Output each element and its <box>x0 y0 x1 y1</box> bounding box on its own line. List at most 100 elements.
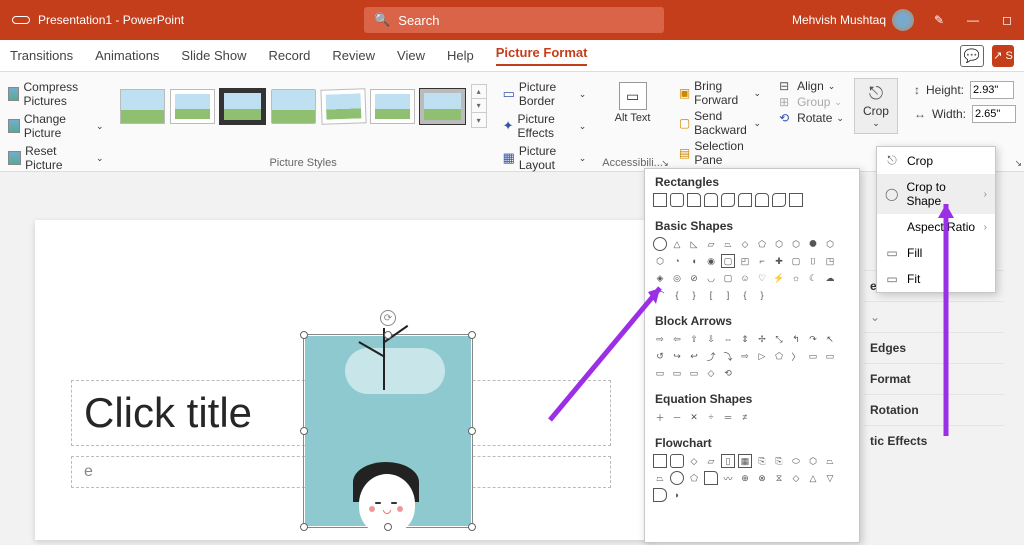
shape-bracket-l[interactable]: { <box>670 288 684 302</box>
shape-folded-corner[interactable]: ▢ <box>721 271 735 285</box>
fc-predefined[interactable]: ▯ <box>721 454 735 468</box>
format-row-3[interactable]: Edges <box>864 332 1004 363</box>
shape-round1-rect[interactable] <box>738 193 752 207</box>
shape-plaque[interactable]: ▢ <box>789 254 803 268</box>
fc-extract[interactable]: △ <box>806 471 820 485</box>
shape-trapezoid[interactable]: ⏢ <box>721 237 735 251</box>
shape-smiley[interactable]: ☺ <box>738 271 752 285</box>
resize-handle-tr[interactable] <box>468 331 476 339</box>
fc-offpage[interactable]: ⬠ <box>687 471 701 485</box>
shape-arrow-bentu[interactable]: ↺ <box>653 349 667 363</box>
fc-sort[interactable]: ◇ <box>789 471 803 485</box>
search-box[interactable]: 🔍 Search <box>364 7 664 33</box>
tab-help[interactable]: Help <box>447 48 474 63</box>
crop-menu-shape[interactable]: ◯Crop to Shape› <box>877 174 995 214</box>
fc-tape[interactable]: 〰 <box>721 471 735 485</box>
shape-pie[interactable]: ◔ <box>670 254 684 268</box>
compress-pictures-button[interactable]: Compress Pictures <box>8 78 104 110</box>
shape-plus[interactable]: ＋ <box>653 410 667 424</box>
fc-card[interactable] <box>704 471 718 485</box>
shape-chord[interactable]: ◖ <box>687 254 701 268</box>
window-button[interactable]: ◻ <box>990 13 1024 27</box>
fc-decision[interactable]: ◇ <box>687 454 701 468</box>
shape-rect2[interactable] <box>789 193 803 207</box>
chevron-down-icon[interactable]: ▾ <box>472 99 486 113</box>
shape-arrow-r[interactable]: ⇨ <box>653 332 667 346</box>
more-icon[interactable]: ▾ <box>472 113 486 127</box>
format-row-2[interactable]: ⌄ <box>864 301 1004 332</box>
shape-sun[interactable]: ☼ <box>789 271 803 285</box>
shape-arrow-bent[interactable]: ↰ <box>789 332 803 346</box>
fc-merge[interactable]: ▽ <box>823 471 837 485</box>
dialog-launcher-icon[interactable]: ↘ <box>1014 158 1022 169</box>
shape-block-arc[interactable]: ◡ <box>704 271 718 285</box>
crop-menu-fill[interactable]: ▭Fill <box>877 240 995 266</box>
shape-callout-quad[interactable]: ◇ <box>704 366 718 380</box>
style-gallery[interactable]: ▴ ▾ ▾ <box>120 78 487 128</box>
shape-round-diag[interactable] <box>772 193 786 207</box>
shape-equal[interactable]: ＝ <box>721 410 735 424</box>
picture-effects-button[interactable]: ✦Picture Effects ⌄ <box>503 110 587 142</box>
fc-stored[interactable] <box>653 488 667 502</box>
chevron-up-icon[interactable]: ▴ <box>472 85 486 99</box>
fc-alt-process[interactable] <box>670 454 684 468</box>
shape-octagon[interactable]: ⯃ <box>806 237 820 251</box>
shapes-flyout[interactable]: Rectangles Basic Shapes △ ◺ ▱ ⏢ ◇ ⬠ ⬡ ⬡ … <box>644 168 860 543</box>
shape-frame[interactable]: ▢ <box>721 254 735 268</box>
picture-layout-button[interactable]: ▦Picture Layout ⌄ <box>503 142 587 174</box>
shape-arrow-quad[interactable]: ✢ <box>755 332 769 346</box>
fc-internal[interactable]: ▦ <box>738 454 752 468</box>
tab-animations[interactable]: Animations <box>95 48 159 63</box>
shape-arrow-lu[interactable]: ↖ <box>823 332 837 346</box>
comments-button[interactable]: 💬 <box>960 45 984 67</box>
fc-process[interactable] <box>653 454 667 468</box>
shape-arrow-curve-l[interactable]: ↩ <box>687 349 701 363</box>
align-button[interactable]: ⊟Align ⌄ <box>779 78 844 94</box>
shape-dodecagon[interactable]: ⬡ <box>653 254 667 268</box>
shape-striped-r[interactable]: ⇨ <box>738 349 752 363</box>
shape-noentry[interactable]: ⊘ <box>687 271 701 285</box>
shape-parallelogram[interactable]: ▱ <box>704 237 718 251</box>
shape-snip-diag[interactable] <box>721 193 735 207</box>
shape-arrow-lr[interactable]: ⇔ <box>721 332 735 346</box>
shape-oval[interactable] <box>653 237 667 251</box>
shape-callout-l[interactable]: ▭ <box>653 366 667 380</box>
resize-handle-t[interactable] <box>384 331 392 339</box>
shape-minus[interactable]: － <box>670 410 684 424</box>
resize-handle-tl[interactable] <box>300 331 308 339</box>
shape-divide[interactable]: ÷ <box>704 410 718 424</box>
fc-connector[interactable] <box>670 471 684 485</box>
fc-multidoc[interactable]: ⎘ <box>772 454 786 468</box>
shape-arrow-d[interactable]: ⇩ <box>704 332 718 346</box>
shape-arrow-curve-d[interactable]: ⤵ <box>721 349 735 363</box>
rotate-handle-icon[interactable]: ⟳ <box>380 310 396 326</box>
shape-arrow-curve-u[interactable]: ⤴ <box>704 349 718 363</box>
shape-brace-d-l[interactable]: { <box>738 288 752 302</box>
tab-review[interactable]: Review <box>332 48 375 63</box>
resize-handle-b[interactable] <box>384 523 392 531</box>
format-row-5[interactable]: Rotation <box>864 394 1004 425</box>
shape-brace-r[interactable]: ] <box>721 288 735 302</box>
style-thumb-4[interactable] <box>271 89 316 124</box>
resize-handle-r[interactable] <box>468 427 476 435</box>
crop-menu-fit[interactable]: ▭Fit <box>877 266 995 292</box>
shape-callout-r[interactable]: ▭ <box>806 349 820 363</box>
shape-callout-lr[interactable]: ▭ <box>687 366 701 380</box>
group-button[interactable]: ⊞Group ⌄ <box>779 94 844 110</box>
shape-heptagon[interactable]: ⬡ <box>789 237 803 251</box>
shape-triangle[interactable]: △ <box>670 237 684 251</box>
shape-arrow-uturn[interactable]: ↷ <box>806 332 820 346</box>
format-row-6[interactable]: tic Effects <box>864 425 1004 456</box>
picture-border-button[interactable]: ▭Picture Border ⌄ <box>503 78 587 110</box>
format-pane[interactable]: ection ⌄ Edges Format Rotation tic Effec… <box>864 270 1004 456</box>
slide[interactable]: Click title e ⟳ <box>35 220 655 540</box>
shape-circular[interactable]: ⟲ <box>721 366 735 380</box>
autosave-toggle[interactable] <box>12 16 30 24</box>
style-gallery-nav[interactable]: ▴ ▾ ▾ <box>471 84 487 128</box>
fc-document[interactable]: ⎘ <box>755 454 769 468</box>
shape-round2-rect[interactable] <box>755 193 769 207</box>
shape-arc[interactable]: ⌒ <box>653 288 667 302</box>
fc-delay[interactable]: ◗ <box>670 488 684 502</box>
height-field[interactable]: ↕Height: <box>914 78 1016 102</box>
shape-brace-l[interactable]: [ <box>704 288 718 302</box>
